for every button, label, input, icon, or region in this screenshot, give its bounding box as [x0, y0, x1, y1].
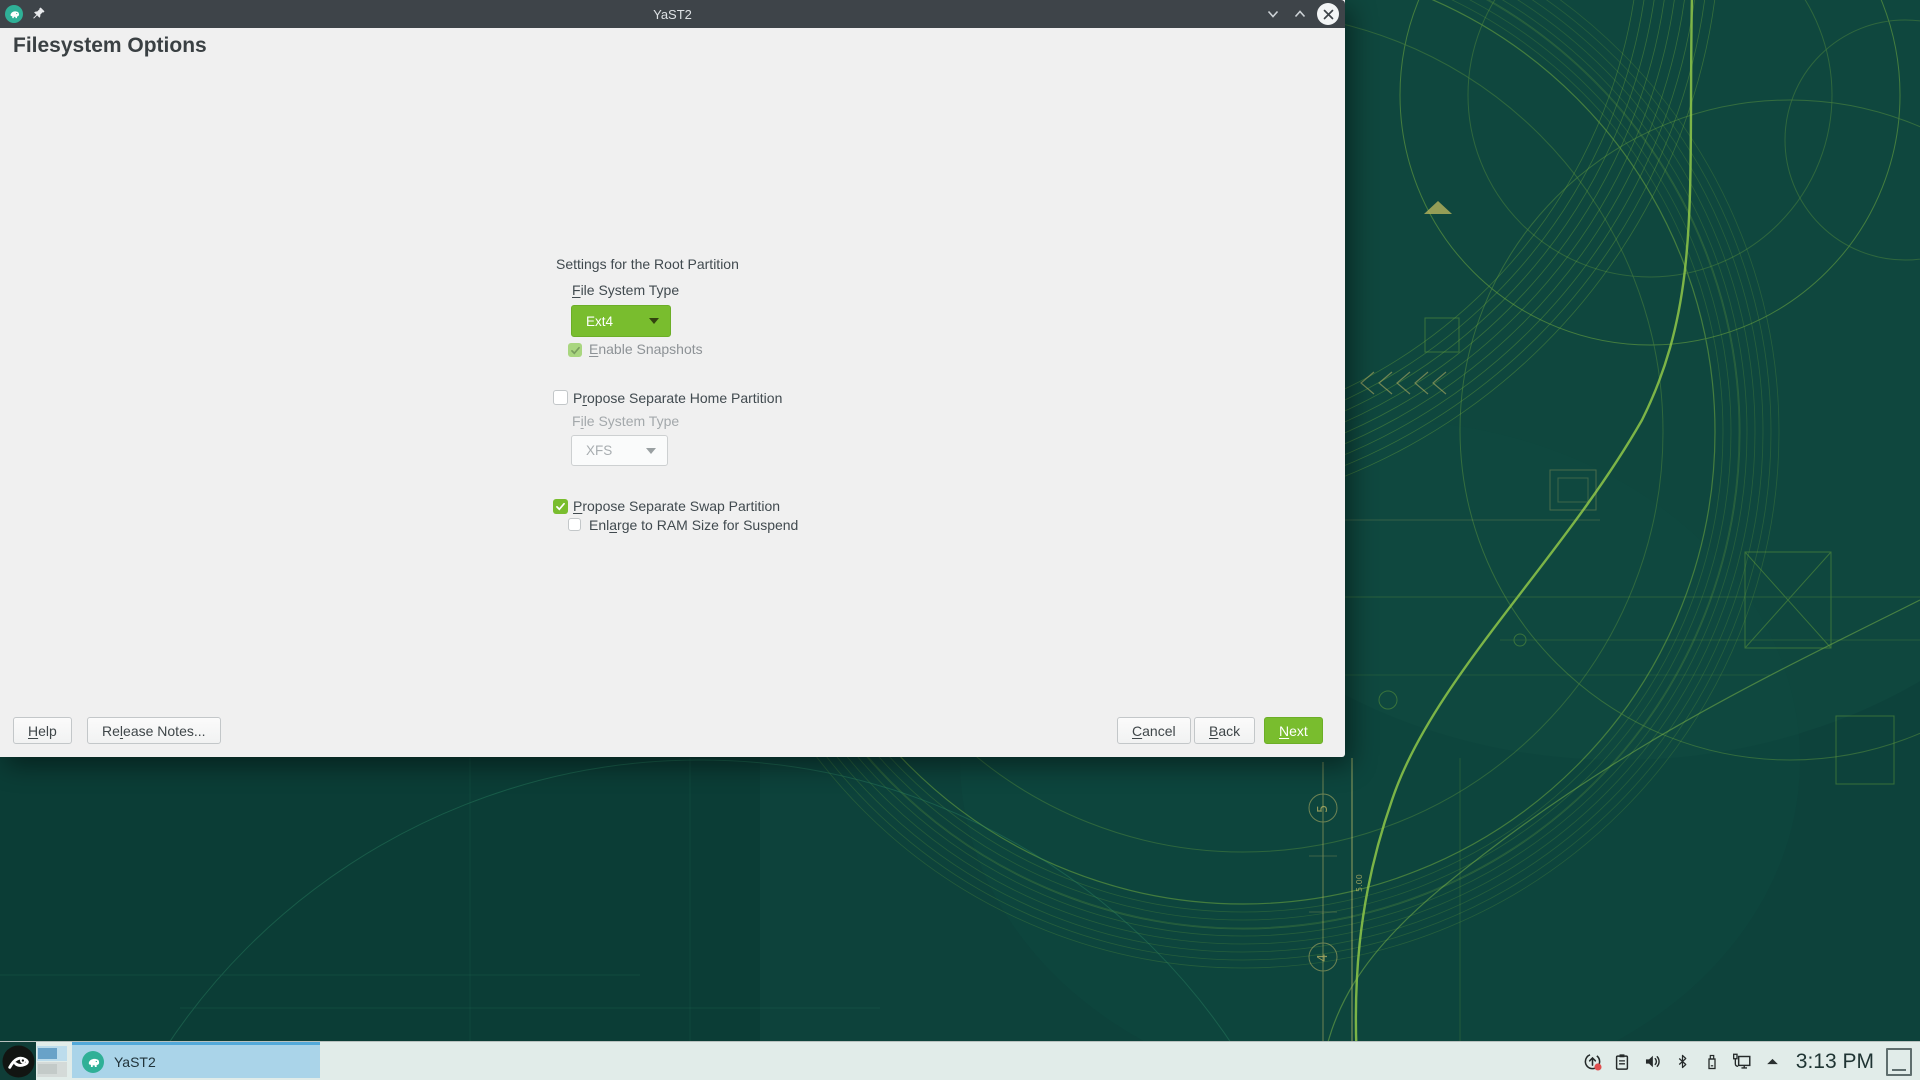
wallpaper-marker: 5.00: [1355, 874, 1364, 892]
application-launcher-button[interactable]: [0, 1042, 36, 1080]
clipboard-icon[interactable]: [1612, 1052, 1632, 1072]
desktop: 5 4 5.00 YaST2: [0, 0, 1920, 1080]
page-title: Filesystem Options: [13, 34, 207, 58]
pager-window-thumbnail: [38, 1064, 57, 1074]
filesystem-type-root-label: File System Type: [572, 282, 679, 298]
volume-icon[interactable]: [1642, 1052, 1662, 1072]
software-updates-icon[interactable]: [1582, 1052, 1602, 1072]
chevron-down-icon: [646, 448, 656, 454]
filesystem-type-home-label: File System Type: [572, 413, 679, 429]
window-title: YaST2: [0, 7, 1345, 22]
titlebar[interactable]: YaST2: [0, 0, 1345, 28]
wallpaper-marker: 5: [1316, 805, 1331, 813]
enable-snapshots-label: Enable Snapshots: [589, 341, 703, 357]
enlarge-ram-checkbox[interactable]: [568, 518, 581, 531]
cancel-button[interactable]: Cancel: [1117, 717, 1191, 744]
help-button[interactable]: Help: [13, 717, 72, 744]
section-label-root-partition: Settings for the Root Partition: [556, 256, 739, 272]
virtual-desktop-pager[interactable]: [37, 1042, 67, 1080]
show-desktop-button[interactable]: [1886, 1048, 1912, 1076]
clock[interactable]: 3:13 PM: [1796, 1042, 1874, 1080]
next-button[interactable]: Next: [1264, 717, 1323, 744]
pager-window-thumbnail: [38, 1048, 57, 1059]
filesystem-type-root-dropdown[interactable]: Ext4: [571, 305, 671, 337]
enable-snapshots-checkbox: [568, 343, 582, 357]
yast2-window: YaST2 Filesystem Options Settings for th…: [0, 0, 1345, 757]
maximize-icon[interactable]: [1290, 4, 1310, 24]
expand-tray-icon[interactable]: [1762, 1052, 1782, 1072]
pager-desktop-1[interactable]: [37, 1046, 67, 1061]
back-button[interactable]: Back: [1194, 717, 1255, 744]
close-icon[interactable]: [1317, 3, 1339, 25]
wallpaper-marker: 4: [1316, 954, 1331, 962]
usb-device-icon[interactable]: [1702, 1052, 1722, 1072]
propose-swap-label[interactable]: Propose Separate Swap Partition: [573, 498, 780, 514]
minimize-icon[interactable]: [1263, 4, 1283, 24]
filesystem-type-root-value: Ext4: [572, 314, 613, 329]
bluetooth-icon[interactable]: [1672, 1052, 1692, 1072]
opensuse-geeko-icon: [2, 1045, 35, 1078]
task-button-yast2[interactable]: YaST2: [72, 1042, 320, 1078]
pager-desktop-2[interactable]: [37, 1062, 67, 1077]
propose-swap-checkbox[interactable]: [553, 499, 568, 514]
yast-geeko-icon: [82, 1051, 104, 1073]
propose-home-label[interactable]: Propose Separate Home Partition: [573, 390, 782, 406]
taskbar: YaST2: [0, 1041, 1920, 1080]
filesystem-type-home-value: XFS: [572, 443, 612, 458]
release-notes-button[interactable]: Release Notes...: [87, 717, 221, 744]
task-button-label: YaST2: [114, 1054, 156, 1070]
filesystem-type-home-dropdown: XFS: [571, 435, 668, 466]
enlarge-ram-label[interactable]: Enlarge to RAM Size for Suspend: [589, 517, 798, 533]
propose-home-checkbox[interactable]: [553, 390, 568, 405]
chevron-down-icon: [649, 318, 659, 324]
display-connect-icon[interactable]: [1732, 1052, 1752, 1072]
system-tray: [1582, 1042, 1782, 1080]
